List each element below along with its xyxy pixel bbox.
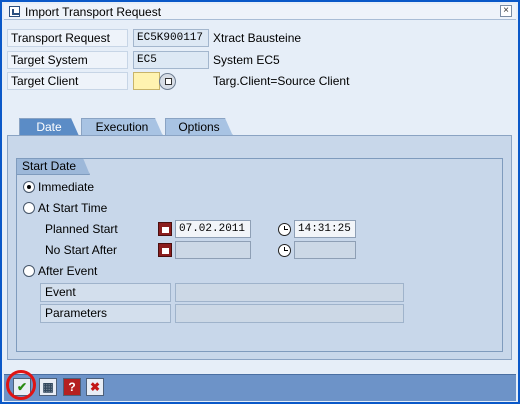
target-client-description: Targ.Client=Source Client [213,74,350,88]
import-transport-dialog: Import Transport Request × Transport Req… [0,0,520,404]
clock-icon[interactable] [278,244,291,257]
cancel-icon[interactable]: ✖ [86,378,104,396]
target-client-label: Target Client [7,72,128,90]
immediate-label: Immediate [38,180,95,194]
no-start-after-date-input[interactable] [175,241,251,259]
target-system-field[interactable]: EC5 [133,51,209,69]
transport-request-label: Transport Request [7,29,128,47]
schedule-icon[interactable]: ▦ [39,378,57,396]
at-start-time-label: At Start Time [38,201,108,215]
help-icon[interactable]: ? [63,378,81,396]
parameters-label: Parameters [40,304,171,323]
tab-date[interactable]: Date [19,118,79,136]
calendar-icon[interactable] [158,243,172,257]
target-client-input[interactable] [133,72,160,90]
dialog-icon [9,6,20,17]
target-system-description: System EC5 [213,53,280,67]
highlight-circle [6,370,36,400]
immediate-radio[interactable] [23,181,35,193]
title-bar: Import Transport Request × [4,4,516,20]
planned-start-date-input[interactable]: 07.02.2011 [175,220,251,238]
planned-start-label: Planned Start [45,222,118,236]
event-label: Event [40,283,171,302]
planned-start-time-input[interactable]: 14:31:25 [294,220,356,238]
event-input[interactable] [175,283,404,302]
clock-icon[interactable] [278,223,291,236]
target-system-label: Target System [7,51,128,69]
transport-request-description: Xtract Bausteine [213,31,302,45]
start-date-group-title: Start Date [16,158,90,175]
value-help-button[interactable] [159,73,176,90]
tab-options[interactable]: Options [165,118,233,136]
close-button[interactable]: × [500,5,512,17]
parameters-input[interactable] [175,304,404,323]
at-start-time-radio[interactable] [23,202,35,214]
calendar-icon[interactable] [158,222,172,236]
no-start-after-time-input[interactable] [294,241,356,259]
transport-request-field[interactable]: EC5K900117 [133,29,209,47]
after-event-label: After Event [38,264,98,278]
no-start-after-label: No Start After [45,243,118,257]
window-title: Import Transport Request [25,5,162,19]
tab-execution[interactable]: Execution [81,118,163,136]
after-event-radio[interactable] [23,265,35,277]
